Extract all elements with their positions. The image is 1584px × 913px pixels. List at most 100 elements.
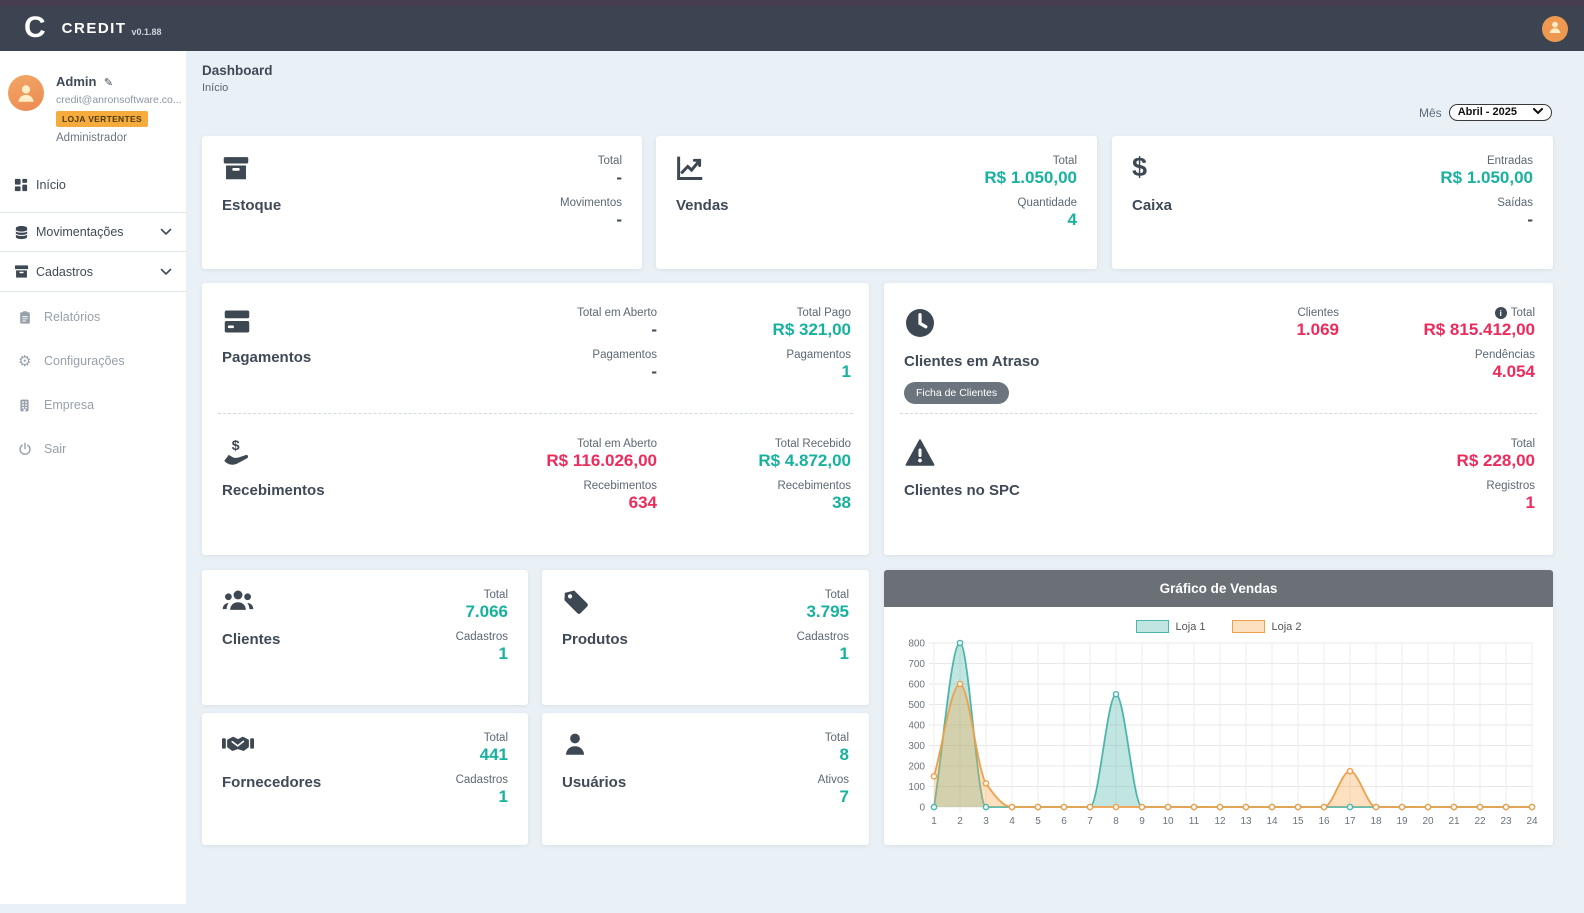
chevron-down-icon	[160, 225, 172, 239]
stat-value: R$ 116.026,00	[546, 451, 657, 471]
pagamentos-section: Pagamentos Total em Aberto- Pagamentos- …	[202, 283, 869, 413]
building-icon	[18, 398, 44, 413]
sidebar-item-relatorios[interactable]: Relatórios	[0, 298, 186, 336]
app-version: v0.1.88	[132, 27, 162, 37]
chevron-down-icon	[160, 265, 172, 279]
stat-label: Total	[465, 589, 508, 601]
svg-text:100: 100	[908, 782, 925, 793]
stat-label: Total	[1457, 438, 1535, 450]
app-name: CREDIT	[62, 20, 127, 37]
chart-title: Gráfico de Vendas	[884, 570, 1553, 607]
card-title: Fornecedores	[222, 774, 321, 791]
stat-label: Total em Aberto	[546, 438, 657, 450]
credit-card-icon	[222, 307, 427, 340]
stat-value: 8	[825, 745, 849, 765]
svg-text:400: 400	[908, 721, 925, 732]
stat-label: Ativos	[818, 774, 849, 786]
stat-label: Movimentos	[560, 197, 622, 209]
sidebar-item-sair[interactable]: Sair	[0, 430, 186, 468]
svg-text:8: 8	[1113, 816, 1119, 827]
legend-item-loja2[interactable]: Loja 2	[1232, 620, 1302, 633]
stat-value: 1	[1486, 493, 1535, 513]
stat-value: R$ 321,00	[773, 320, 851, 340]
stat-label: Cadastros	[456, 631, 508, 643]
stat-value: 4.054	[1475, 362, 1535, 382]
chart-legend: Loja 1 Loja 2	[884, 620, 1553, 633]
card-title: Vendas	[676, 197, 729, 214]
stat-label: Registros	[1486, 480, 1535, 492]
box-icon	[222, 154, 281, 188]
app-logo: C	[24, 11, 46, 45]
stat-value: 1	[456, 787, 508, 807]
avatar	[8, 75, 44, 111]
users-icon	[222, 588, 280, 622]
stat-label: Clientes	[1296, 307, 1339, 319]
sidebar-item-empresa[interactable]: Empresa	[0, 386, 186, 424]
svg-text:14: 14	[1266, 816, 1278, 827]
legend-item-loja1[interactable]: Loja 1	[1136, 620, 1206, 633]
user-avatar-icon	[1547, 19, 1563, 38]
svg-text:15: 15	[1292, 816, 1304, 827]
user-name: Admin	[56, 74, 96, 89]
card-usuarios: Usuários Total8 Ativos7	[542, 713, 869, 845]
svg-text:300: 300	[908, 741, 925, 752]
sidebar-item-configuracoes[interactable]: ⚙ Configurações	[0, 342, 186, 380]
stat-label: Quantidade	[1018, 197, 1077, 209]
card-clientes-atraso-spc: Clientes em Atraso Ficha de Clientes Cli…	[884, 283, 1553, 555]
user-icon	[562, 731, 626, 765]
card-vendas: Vendas TotalR$ 1.050,00 Quantidade4	[656, 136, 1097, 269]
card-pagamentos-recebimentos: Pagamentos Total em Aberto- Pagamentos- …	[202, 283, 869, 555]
stat-label: Total	[1511, 307, 1535, 319]
power-icon	[18, 442, 44, 456]
stat-label: Total Recebido	[758, 438, 851, 450]
month-select-value: Abril - 2025	[1458, 106, 1517, 118]
sidebar-item-label: Empresa	[44, 398, 94, 412]
stat-value: R$ 1.050,00	[1440, 168, 1533, 188]
handshake-icon	[222, 731, 321, 765]
svg-text:11: 11	[1188, 816, 1199, 827]
stat-label: Pagamentos	[592, 349, 657, 361]
ficha-de-clientes-button[interactable]: Ficha de Clientes	[904, 382, 1009, 404]
stat-value: 3.795	[806, 602, 849, 622]
warning-triangle-icon	[904, 438, 1109, 473]
sales-chart-plot: 0100200300400500600700800123456789101112…	[894, 635, 1544, 831]
card-title: Recebimentos	[222, 482, 427, 499]
hand-holding-dollar-icon: $	[222, 438, 427, 473]
stat-value: 441	[480, 745, 508, 765]
stat-label: Recebimentos	[583, 480, 657, 492]
grid-icon	[14, 178, 36, 192]
sidebar-item-label: Cadastros	[36, 265, 93, 279]
sidebar-item-cadastros[interactable]: Cadastros	[0, 252, 186, 292]
sidebar-user-block: Admin ✎ credit@anronsoftware.co... LOJA …	[0, 51, 186, 158]
svg-text:2: 2	[957, 816, 963, 827]
svg-text:16: 16	[1318, 816, 1330, 827]
svg-text:5: 5	[1035, 816, 1041, 827]
info-icon[interactable]: i	[1495, 307, 1507, 319]
stat-label: Total em Aberto	[577, 307, 657, 319]
chart-line-icon	[676, 154, 729, 188]
sidebar-item-inicio[interactable]: Início	[0, 166, 186, 204]
sidebar-item-label: Início	[36, 178, 66, 192]
svg-text:500: 500	[908, 700, 925, 711]
stat-value: 4	[1018, 210, 1077, 230]
svg-text:21: 21	[1448, 816, 1460, 827]
stat-value: -	[592, 362, 657, 382]
svg-text:18: 18	[1370, 816, 1382, 827]
svg-text:17: 17	[1344, 816, 1356, 827]
svg-text:19: 19	[1396, 816, 1408, 827]
svg-text:$: $	[232, 438, 240, 453]
tag-icon	[562, 588, 628, 622]
stat-label: Total Pago	[773, 307, 851, 319]
svg-text:6: 6	[1061, 816, 1067, 827]
legend-swatch-loja2	[1232, 620, 1265, 633]
svg-text:1: 1	[931, 816, 937, 827]
stat-value: -	[598, 168, 622, 188]
stat-label: Saídas	[1497, 197, 1533, 209]
month-label: Mês	[1419, 106, 1442, 120]
breadcrumb: Início	[202, 82, 228, 94]
sidebar-item-movimentacoes[interactable]: Movimentações	[0, 212, 186, 252]
svg-text:20: 20	[1422, 816, 1434, 827]
edit-profile-icon[interactable]: ✎	[104, 77, 113, 89]
user-menu-button[interactable]	[1542, 16, 1568, 42]
month-select[interactable]: Abril - 2025	[1449, 104, 1552, 121]
